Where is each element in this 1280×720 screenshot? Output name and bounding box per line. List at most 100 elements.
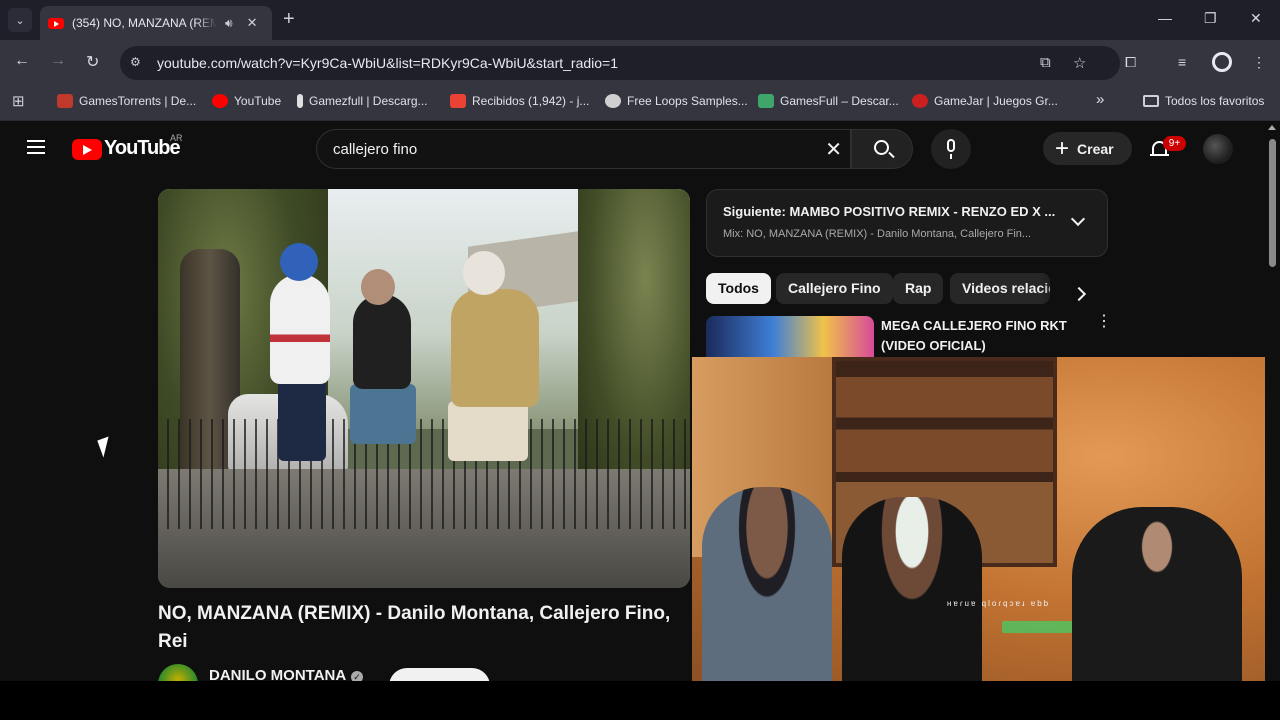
url-text[interactable]: youtube.com/watch?v=Kyr9Ca-WbiU&list=RDK… [157,55,618,71]
browser-menu-icon[interactable]: ⋮ [1252,54,1266,71]
video-title: NO, MANZANA (REMIX) - Danilo Montana, Ca… [158,603,671,652]
create-label: Crear [1077,140,1114,157]
bookmark-label: GamesTorrents | De... [79,94,197,108]
chevron-down-icon[interactable] [1070,211,1086,227]
bookmark-item[interactable]: Gamezfull | Descarg... [297,94,428,108]
playlist-subtitle: Mix: NO, MANZANA (REMIX) - Danilo Montan… [723,228,1032,240]
bookmark-item[interactable]: YouTube [212,94,281,108]
forward-icon[interactable]: → [50,52,66,70]
preview-person [1072,507,1242,688]
youtube-logo-icon[interactable] [72,139,102,160]
browser-toolbar: ← → ↻ ⚙ youtube.com/watch?v=Kyr9Ca-WbiU&… [0,40,1280,86]
bookmark-favicon-icon [450,94,466,108]
tab-search-icon[interactable]: ⌄ [8,8,32,32]
plus-icon: + [1055,134,1070,162]
bookmark-favicon-icon [297,94,303,108]
all-bookmarks-folder[interactable]: Todos los favoritos [1143,94,1264,108]
microphone-icon [947,139,955,152]
restore-icon[interactable]: ❐ [1204,10,1217,27]
scroll-up-arrow-icon[interactable] [1268,125,1276,130]
bookmark-favicon-icon [57,94,73,108]
page-scrollbar[interactable] [1265,121,1280,688]
video-frame-person [278,381,326,461]
media-controls-icon[interactable]: ≡ [1178,54,1186,70]
preview-caption: ʜɐɾuɐ qloɾqɔɐɹ ɐbb [947,599,1051,608]
create-button[interactable]: + Crear [1043,132,1132,165]
bookmark-favicon-icon [912,94,928,108]
speaker-icon[interactable]: 🔊︎ [225,16,233,31]
bookmark-item[interactable]: Free Loops Samples... [605,94,748,108]
video-frame-fence [158,419,690,529]
minimize-icon[interactable]: — [1158,10,1172,26]
search-input[interactable]: callejero fino ✕ [316,129,851,169]
related-video-thumbnail[interactable] [706,316,874,358]
chip-todos[interactable]: Todos [706,273,771,304]
youtube-favicon-icon [48,17,64,29]
preview-person [702,487,832,688]
search-query[interactable]: callejero fino [333,141,417,158]
browser-tab-active[interactable]: (354) NO, MANZANA (REMIX) - Danilo Monta… [40,6,272,40]
extensions-icon[interactable]: ⧠ [1125,54,1136,71]
playlist-next-title: Siguiente: MAMBO POSITIVO REMIX - RENZO … [723,204,1056,219]
youtube-logo-text[interactable]: YouTube [104,137,181,160]
new-tab-button[interactable]: + [283,9,295,29]
browser-tab-strip: ⌄ (354) NO, MANZANA (REMIX) - Danilo Mon… [0,0,1280,40]
clear-search-icon[interactable]: ✕ [825,137,842,162]
menu-icon[interactable] [27,140,45,154]
apps-grid-icon[interactable]: ⊞ [12,92,25,110]
youtube-masthead: YouTube AR callejero fino ✕ + Crear [0,121,1265,177]
bookmark-star-icon[interactable]: ☆ [1073,54,1086,72]
more-actions-icon[interactable]: ⋮ [1096,314,1112,330]
bookmark-item[interactable]: Recibidos (1,942) - j... [450,94,589,108]
video-frame-person [353,294,411,389]
country-code: AR [170,133,183,143]
notifications-badge: 9+ [1163,136,1186,151]
bookmark-item[interactable]: GamesFull – Descar... [758,94,899,108]
window-close-icon[interactable]: ✕ [1250,10,1262,27]
close-tab-icon[interactable]: ✕ [247,15,258,31]
folder-icon [1143,95,1159,107]
chip-videos-relacionados[interactable]: Videos relacio [950,273,1050,304]
site-info-icon[interactable]: ⚙ [130,55,146,71]
all-bookmarks-label: Todos los favoritos [1165,94,1265,108]
video-frame-person [280,243,318,281]
preview-logo [1002,621,1072,633]
video-frame-person [270,274,330,384]
video-player[interactable] [158,189,690,588]
video-frame-person [463,251,505,295]
install-app-icon[interactable]: ⧉ [1040,54,1051,71]
chip-callejero-fino[interactable]: Callejero Fino [776,273,893,304]
back-icon[interactable]: ← [14,52,30,70]
bookmarks-overflow-icon[interactable]: » [1096,91,1104,108]
video-preview-overlay[interactable]: ʜɐɾuɐ qloɾqɔɐɹ ɐbb [692,357,1280,688]
scroll-thumb[interactable] [1269,139,1276,267]
bookmark-label: GamesFull – Descar... [780,94,899,108]
bookmark-label: GameJar | Juegos Gr... [934,94,1058,108]
account-avatar[interactable] [1203,134,1233,164]
bookmark-label: YouTube [234,94,282,108]
video-frame-person [361,269,395,305]
bookmark-favicon-icon [758,94,774,108]
microphone-stand [950,154,952,159]
screen-bottom-bar [0,681,1280,720]
related-video-title[interactable]: MEGA CALLEJERO FINO RKT (VIDEO OFICIAL) [881,316,1081,356]
address-bar[interactable]: ⚙ youtube.com/watch?v=Kyr9Ca-WbiU&list=R… [120,46,1120,80]
chevron-right-icon[interactable] [1071,286,1087,302]
mouse-cursor-icon [97,436,115,458]
bookmark-item[interactable]: GamesTorrents | De... [57,94,196,108]
voice-search-button[interactable] [931,129,971,169]
bookmark-favicon-icon [212,94,228,108]
search-button[interactable] [851,129,913,169]
browser-profile-icon[interactable] [1212,52,1232,72]
reload-icon[interactable]: ↻ [86,52,99,72]
video-frame-person [451,289,539,407]
chips-fade [1040,273,1070,304]
video-frame-person [448,401,528,461]
bookmark-label: Gamezfull | Descarg... [309,94,428,108]
chip-rap[interactable]: Rap [893,273,944,304]
playlist-panel[interactable]: Siguiente: MAMBO POSITIVO REMIX - RENZO … [706,189,1108,257]
bookmarks-bar: GamesTorrents | De... YouTube Gamezfull … [0,86,1280,121]
preview-person [842,497,982,688]
bookmark-item[interactable]: GameJar | Juegos Gr... [912,94,1058,108]
bell-base [1150,154,1169,156]
